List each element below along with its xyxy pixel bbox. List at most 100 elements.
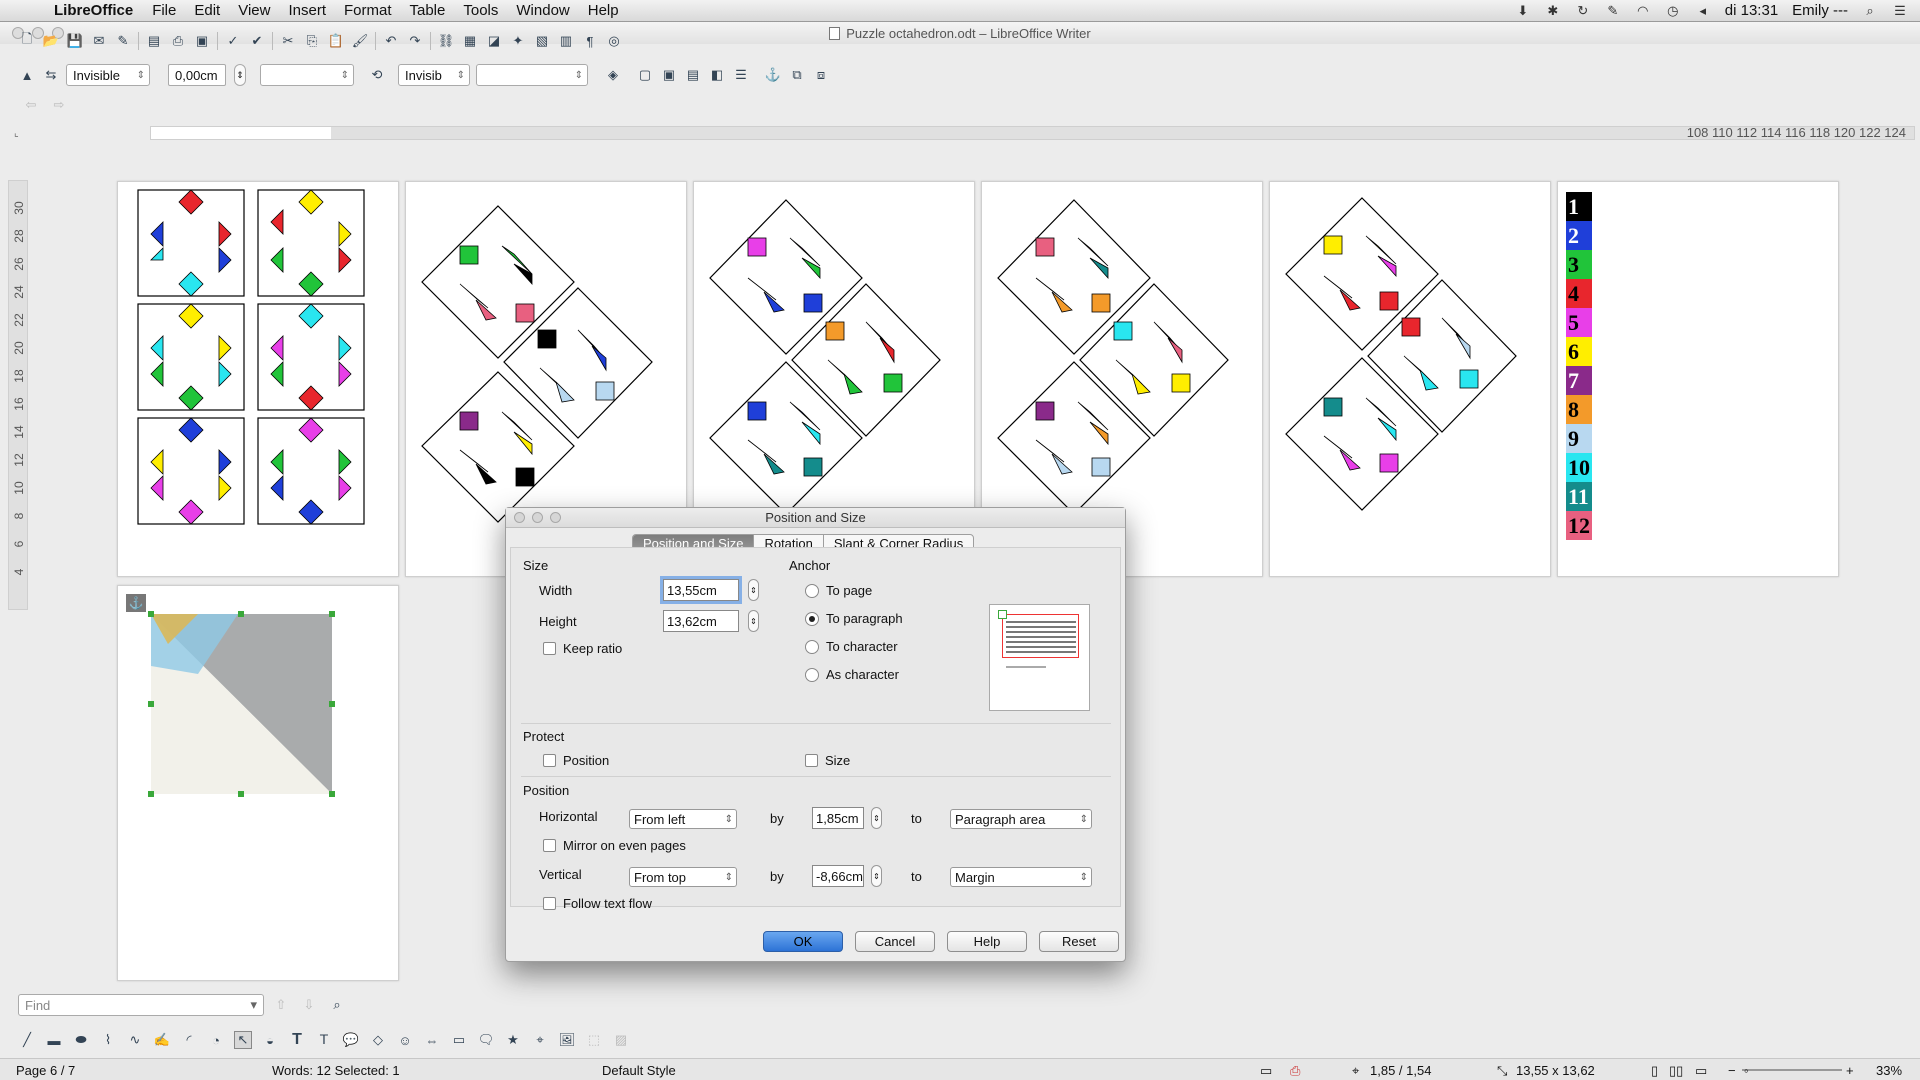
menu-window[interactable]: Window — [507, 2, 578, 19]
group-icon[interactable]: ⧉ — [788, 66, 806, 84]
bring-to-front-icon[interactable]: ◧ — [708, 66, 726, 84]
callouts-icon[interactable]: 🗨 — [477, 1031, 495, 1049]
menu-table[interactable]: Table — [401, 2, 455, 19]
formatting-marks-icon[interactable]: ¶ — [581, 32, 599, 50]
clone-formatting-icon[interactable]: 🖌 — [351, 32, 369, 50]
width-field[interactable]: 13,55cm — [660, 576, 742, 604]
copy-icon[interactable]: ⎘ — [303, 32, 321, 50]
dialog-zoom-button[interactable] — [550, 512, 561, 523]
page-thumbnail-5[interactable] — [1269, 181, 1551, 577]
wrap-off-icon[interactable]: ▢ — [636, 66, 654, 84]
find-replace-icon[interactable]: ⌕ — [328, 996, 346, 1014]
menubar-user[interactable]: Emily --- — [1792, 2, 1848, 19]
menu-tools[interactable]: Tools — [454, 2, 507, 19]
zoom-in-button[interactable]: + — [1846, 1063, 1854, 1078]
find-previous-icon[interactable]: ⇧ — [272, 996, 290, 1014]
dropbox-icon[interactable]: ✱ — [1545, 3, 1561, 18]
horizontal-combo[interactable]: From left — [629, 809, 737, 829]
protect-size-checkbox[interactable] — [805, 754, 818, 767]
menu-insert[interactable]: Insert — [279, 2, 335, 19]
area-icon[interactable]: ⟲ — [368, 66, 386, 84]
ungroup-icon[interactable]: ⧈ — [812, 66, 830, 84]
book-view-icon[interactable]: ▭ — [1695, 1063, 1707, 1079]
find-input[interactable]: Find — [18, 994, 264, 1016]
anchor-to-paragraph-radio[interactable] — [805, 612, 819, 626]
new-document-icon[interactable]: 🗋 — [18, 31, 36, 50]
block-arrows-icon[interactable]: ⇔ — [423, 1031, 441, 1049]
resize-handle-l[interactable] — [148, 701, 154, 707]
status-style[interactable]: Default Style — [602, 1063, 676, 1078]
horizontal-by-field[interactable]: 1,85cm — [812, 807, 864, 829]
menubar-clock[interactable]: di 13:31 — [1725, 2, 1778, 19]
fontwork-icon[interactable]: 🖼 — [558, 1031, 576, 1049]
spellcheck-icon[interactable]: ✓ — [224, 32, 242, 50]
callout-tool-icon[interactable]: 💬 — [342, 1031, 360, 1049]
menu-format[interactable]: Format — [335, 2, 401, 19]
spotlight-icon[interactable]: ⌕ — [1862, 3, 1878, 18]
autospell-icon[interactable]: ✔ — [248, 32, 266, 50]
arc-tool-icon[interactable]: ◜ — [180, 1031, 198, 1049]
dialog-close-button[interactable] — [514, 512, 525, 523]
pie-tool-icon[interactable]: ◔ — [207, 1031, 225, 1049]
multi-page-view-icon[interactable]: ▯▯ — [1669, 1063, 1683, 1079]
download-icon[interactable]: ⬇ — [1515, 3, 1531, 18]
line-style-combo[interactable]: Invisible — [66, 64, 150, 86]
anchor-as-character-radio[interactable] — [805, 668, 819, 682]
ok-button[interactable]: OK — [763, 931, 843, 952]
line-width-field[interactable]: 0,00cm — [168, 64, 226, 86]
status-zoom[interactable]: 33% — [1876, 1063, 1902, 1078]
vertical-by-field[interactable]: -8,66cm — [812, 865, 864, 887]
anchor-to-character-radio[interactable] — [805, 640, 819, 654]
height-spinner[interactable]: ⇕ — [748, 610, 759, 632]
keep-ratio-checkbox[interactable] — [543, 642, 556, 655]
pen-icon[interactable]: ✎ — [1605, 3, 1621, 18]
line-width-spinner[interactable]: ⇕ — [234, 64, 246, 86]
page-thumbnail-current[interactable]: ⚓ — [117, 585, 399, 981]
vertical-by-spinner[interactable]: ⇕ — [871, 865, 882, 887]
menu-edit[interactable]: Edit — [185, 2, 229, 19]
polygon-tool-icon[interactable]: ⌇ — [99, 1031, 117, 1049]
undo-icon[interactable]: ↶ — [382, 32, 400, 50]
follow-text-flow-checkbox[interactable] — [543, 897, 556, 910]
area-fill-combo[interactable] — [476, 64, 588, 86]
circle-segment-icon[interactable]: ◒ — [261, 1031, 279, 1049]
navigator-icon[interactable]: ✦ — [509, 32, 527, 50]
status-words[interactable]: Words: 12 Selected: 1 — [272, 1063, 400, 1078]
single-page-view-icon[interactable]: ▯ — [1651, 1063, 1658, 1079]
back-arrow-icon[interactable]: ⇦ — [22, 96, 40, 114]
gallery-icon[interactable]: ▧ — [533, 32, 551, 50]
hyperlink-icon[interactable]: ⛓ — [437, 32, 455, 50]
width-spinner[interactable]: ⇕ — [748, 579, 759, 601]
resize-handle-tr[interactable] — [329, 611, 335, 617]
redo-icon[interactable]: ↷ — [406, 32, 424, 50]
zoom-out-button[interactable]: − — [1728, 1063, 1736, 1078]
dialog-minimize-button[interactable] — [532, 512, 543, 523]
export-pdf-icon[interactable]: ▤ — [145, 32, 163, 50]
vertical-to-combo[interactable]: Margin — [950, 867, 1092, 887]
forward-arrow-icon[interactable]: ⇨ — [50, 96, 68, 114]
freeform-tool-icon[interactable]: ✍ — [153, 1031, 171, 1049]
wrap-page-icon[interactable]: ▣ — [660, 66, 678, 84]
menu-view[interactable]: View — [229, 2, 279, 19]
align-icon[interactable]: ☰ — [732, 66, 750, 84]
zoom-slider[interactable] — [1742, 1069, 1842, 1071]
cancel-button[interactable]: Cancel — [855, 931, 935, 952]
edit-mode-icon[interactable]: ✎ — [114, 32, 132, 50]
horizontal-to-combo[interactable]: Paragraph area — [950, 809, 1092, 829]
resize-handle-br[interactable] — [329, 791, 335, 797]
curve-tool-icon[interactable]: ∿ — [126, 1031, 144, 1049]
horizontal-by-spinner[interactable]: ⇕ — [871, 807, 882, 829]
ellipse-tool-icon[interactable]: ⬬ — [72, 1031, 90, 1049]
points-icon[interactable]: ⌖ — [531, 1031, 549, 1049]
selected-image-drawing[interactable] — [118, 586, 400, 982]
vertical-combo[interactable]: From top — [629, 867, 737, 887]
select-tool-icon[interactable]: ↖ — [234, 1031, 252, 1049]
status-page[interactable]: Page 6 / 7 — [16, 1063, 75, 1078]
wifi-icon[interactable]: ◠ — [1635, 3, 1651, 18]
line-icon[interactable]: ▲ — [18, 66, 36, 84]
help-lifebuoy-icon[interactable]: ◎ — [605, 32, 623, 50]
mirror-even-pages-checkbox[interactable] — [543, 839, 556, 852]
vertical-ruler[interactable]: 30 28 26 24 22 20 18 16 14 12 10 8 6 4 — [8, 180, 28, 610]
open-icon[interactable]: 📂 — [42, 32, 60, 50]
line-color-combo[interactable] — [260, 64, 354, 86]
